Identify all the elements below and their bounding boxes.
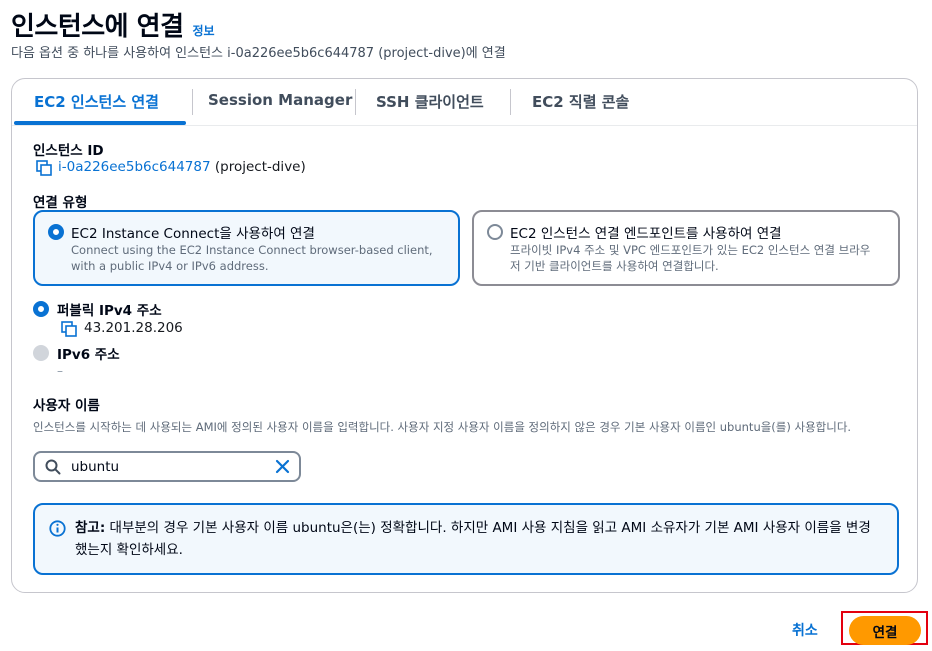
search-icon (45, 459, 61, 479)
page-header: 인스턴스에 연결 정보 (11, 6, 215, 43)
instance-id-value[interactable]: i-0a226ee5b6c644787 (58, 159, 211, 175)
instance-id-link[interactable]: i-0a226ee5b6c644787 (project-dive) (58, 159, 306, 175)
copy-icon[interactable] (61, 321, 77, 337)
tab-ec2-serial-console[interactable]: EC2 직렬 콘솔 (532, 91, 629, 115)
alert-body: 대부분의 경우 기본 사용자 이름 ubuntu은(는) 정확합니다. 하지만 … (75, 520, 871, 558)
username-input[interactable]: ubuntu (33, 451, 301, 482)
info-icon (49, 520, 66, 541)
tab-ssh-client[interactable]: SSH 클라이언트 (376, 91, 484, 115)
alert-prefix: 참고: (75, 520, 106, 536)
page-title: 인스턴스에 연결 (11, 12, 184, 42)
ipv6-value: – (57, 364, 63, 378)
username-label: 사용자 이름 (33, 398, 100, 414)
info-alert: 참고: 대부분의 경우 기본 사용자 이름 ubuntu은(는) 정확합니다. … (33, 503, 899, 575)
alert-message: 참고: 대부분의 경우 기본 사용자 이름 ubuntu은(는) 정확합니다. … (75, 517, 875, 561)
option-description: 프라이빗 IPv4 주소 및 VPC 엔드포인트가 있는 EC2 인스턴스 연결… (510, 243, 871, 273)
radio-public-ipv4[interactable] (33, 301, 49, 317)
radio-endpoint[interactable] (487, 224, 503, 240)
tab-divider (355, 89, 356, 115)
clear-icon[interactable] (275, 459, 290, 478)
radio-ipv6 (33, 345, 49, 361)
option-title: EC2 인스턴스 연결 엔드포인트를 사용하여 연결 (510, 226, 782, 242)
username-help: 인스턴스를 시작하는 데 사용되는 AMI에 정의된 사용자 이름을 입력합니다… (33, 420, 852, 434)
cancel-button[interactable]: 취소 (792, 620, 818, 640)
instance-id-label: 인스턴스 ID (33, 143, 104, 159)
connection-type-label: 연결 유형 (33, 195, 88, 211)
tab-divider (192, 89, 193, 115)
page-subtitle: 다음 옵션 중 하나를 사용하여 인스턴스 i-0a226ee5b6c64478… (11, 46, 506, 61)
connection-option-instance-connect[interactable]: EC2 Instance Connect을 사용하여 연결 Connect us… (33, 210, 460, 286)
active-tab-indicator (14, 121, 186, 125)
instance-name: (project-dive) (214, 159, 306, 175)
tab-ec2-instance-connect[interactable]: EC2 인스턴스 연결 (34, 91, 159, 115)
info-link[interactable]: 정보 (193, 22, 215, 39)
copy-icon[interactable] (36, 160, 52, 176)
tab-list: EC2 인스턴스 연결 Session Manager SSH 클라이언트 EC… (12, 79, 917, 126)
ipv6-label: IPv6 주소 (57, 347, 120, 363)
option-description: Connect using the EC2 Instance Connect b… (71, 243, 433, 273)
username-value[interactable]: ubuntu (71, 459, 119, 475)
radio-instance-connect[interactable] (48, 224, 64, 240)
option-title: EC2 Instance Connect을 사용하여 연결 (71, 226, 315, 242)
connect-card: EC2 인스턴스 연결 Session Manager SSH 클라이언트 EC… (11, 78, 918, 593)
public-ipv4-label[interactable]: 퍼블릭 IPv4 주소 (57, 299, 162, 319)
tab-divider (510, 89, 511, 115)
connect-button[interactable]: 연결 (849, 616, 921, 645)
connection-option-endpoint[interactable]: EC2 인스턴스 연결 엔드포인트를 사용하여 연결 프라이빗 IPv4 주소 … (472, 210, 900, 286)
public-ipv4-value: 43.201.28.206 (84, 320, 183, 336)
tab-session-manager[interactable]: Session Manager (208, 91, 352, 115)
